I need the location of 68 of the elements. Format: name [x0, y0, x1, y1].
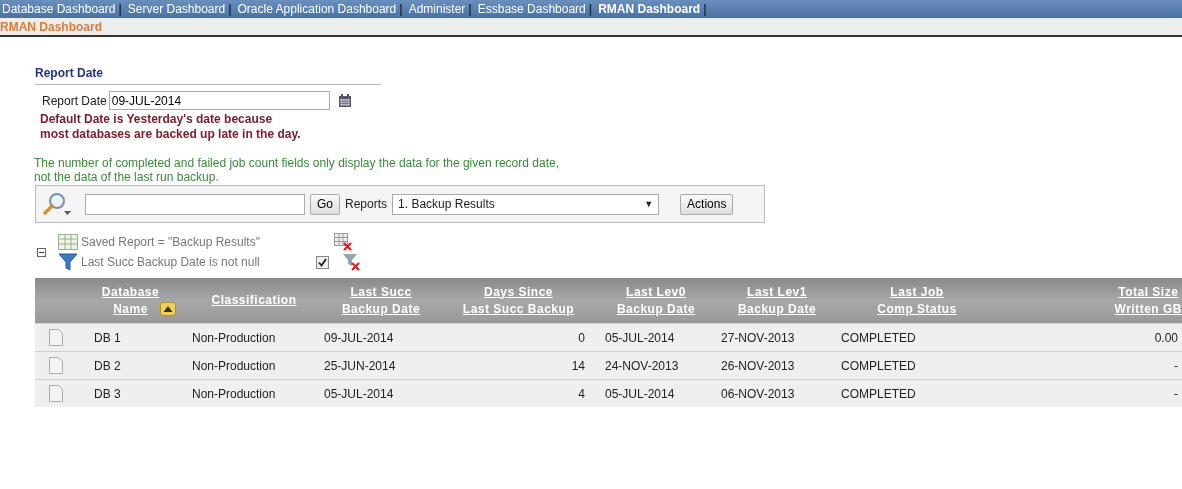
- nav-separator: |: [399, 2, 403, 16]
- grid-icon: [58, 234, 78, 250]
- collapse-icon[interactable]: [37, 247, 46, 257]
- table-cell: 0.00: [1154, 330, 1178, 345]
- nav-tab[interactable]: RMAN Dashboard: [598, 2, 701, 16]
- actions-button[interactable]: Actions: [680, 193, 734, 215]
- table-cell: Non-Production: [192, 386, 276, 401]
- sort-ascending-icon[interactable]: [160, 301, 177, 316]
- nav-tab[interactable]: Administer: [408, 2, 466, 16]
- column-header[interactable]: Last Lev0 Backup Date: [616, 283, 696, 318]
- column-header[interactable]: Classification: [211, 292, 297, 309]
- go-button[interactable]: Go: [310, 193, 340, 215]
- nav-separator: |: [118, 2, 122, 16]
- table-cell: COMPLETED: [841, 330, 916, 345]
- nav-separator: |: [588, 2, 593, 16]
- remove-filter-icon[interactable]: [342, 253, 360, 271]
- table-cell: 09-JUL-2014: [324, 330, 394, 345]
- table-cell: -: [1174, 358, 1178, 373]
- reports-dropdown[interactable]: 1. Backup Results ▼: [392, 193, 660, 215]
- filter-icon: [58, 253, 78, 271]
- table-cell: 06-NOV-2013: [721, 386, 795, 401]
- table-cell: Non-Production: [192, 330, 276, 345]
- filter-checkbox[interactable]: [316, 255, 329, 269]
- table-cell: 24-NOV-2013: [605, 358, 679, 373]
- table-cell: 0: [578, 330, 585, 345]
- table-cell: 05-JUL-2014: [605, 386, 675, 401]
- table-cell: COMPLETED: [841, 358, 916, 373]
- column-header[interactable]: Last Succ Backup Date: [341, 283, 421, 318]
- note-text: Default Date is Yesterday's date because: [40, 112, 274, 127]
- nav-tab[interactable]: Oracle Application Dashboard: [237, 2, 397, 16]
- breadcrumb[interactable]: RMAN Dashboard: [0, 19, 102, 34]
- reports-label: Reports: [345, 197, 388, 211]
- info-text: The number of completed and failed job count fields only display the data for the given record date,: [34, 156, 560, 170]
- table-cell: 05-JUL-2014: [324, 386, 394, 401]
- nav-separator: |: [228, 2, 232, 16]
- table-cell: 26-NOV-2013: [721, 358, 795, 373]
- table-cell: COMPLETED: [841, 386, 916, 401]
- note-text: most databases are backed up late in the day.: [40, 127, 302, 142]
- table-cell: 4: [578, 386, 585, 401]
- search-icon[interactable]: [42, 191, 72, 217]
- filter-text: Last Succ Backup Date is not null: [81, 255, 261, 269]
- region-title: Report Date: [35, 66, 381, 85]
- nav-tab[interactable]: Essbase Dashboard: [477, 2, 586, 16]
- search-input-field[interactable]: [85, 193, 305, 215]
- remove-report-icon[interactable]: [334, 233, 352, 251]
- column-header[interactable]: Total Size Written GB: [1114, 283, 1182, 318]
- calendar-icon[interactable]: [337, 93, 352, 108]
- table-cell: DB 2: [94, 358, 121, 373]
- table-cell: -: [1174, 386, 1178, 401]
- nav-separator: |: [703, 2, 707, 16]
- date-input-field[interactable]: 09-JUL-2014: [108, 91, 330, 110]
- table-cell: DB 1: [94, 330, 121, 345]
- nav-separator: |: [468, 2, 472, 16]
- info-text: not the data of the last run backup.: [34, 170, 220, 184]
- nav-tab[interactable]: Database Dashboard: [2, 2, 116, 16]
- table-cell: 05-JUL-2014: [605, 330, 675, 345]
- table-cell: 27-NOV-2013: [721, 330, 795, 345]
- saved-report-text: Saved Report = "Backup Results": [81, 235, 261, 249]
- table-cell: Non-Production: [192, 358, 276, 373]
- table-cell: DB 3: [94, 386, 121, 401]
- column-header[interactable]: Last Lev1 Backup Date: [737, 283, 817, 318]
- table-cell: 14: [571, 358, 585, 373]
- column-header[interactable]: Last Job Comp Status: [877, 283, 957, 318]
- field-label: Report Date: [42, 93, 107, 108]
- column-header[interactable]: Database Name: [101, 283, 160, 318]
- nav-tab[interactable]: Server Dashboard: [127, 2, 226, 16]
- column-header[interactable]: Days Since Last Succ Backup: [462, 283, 575, 318]
- table-cell: 25-JUN-2014: [324, 358, 396, 373]
